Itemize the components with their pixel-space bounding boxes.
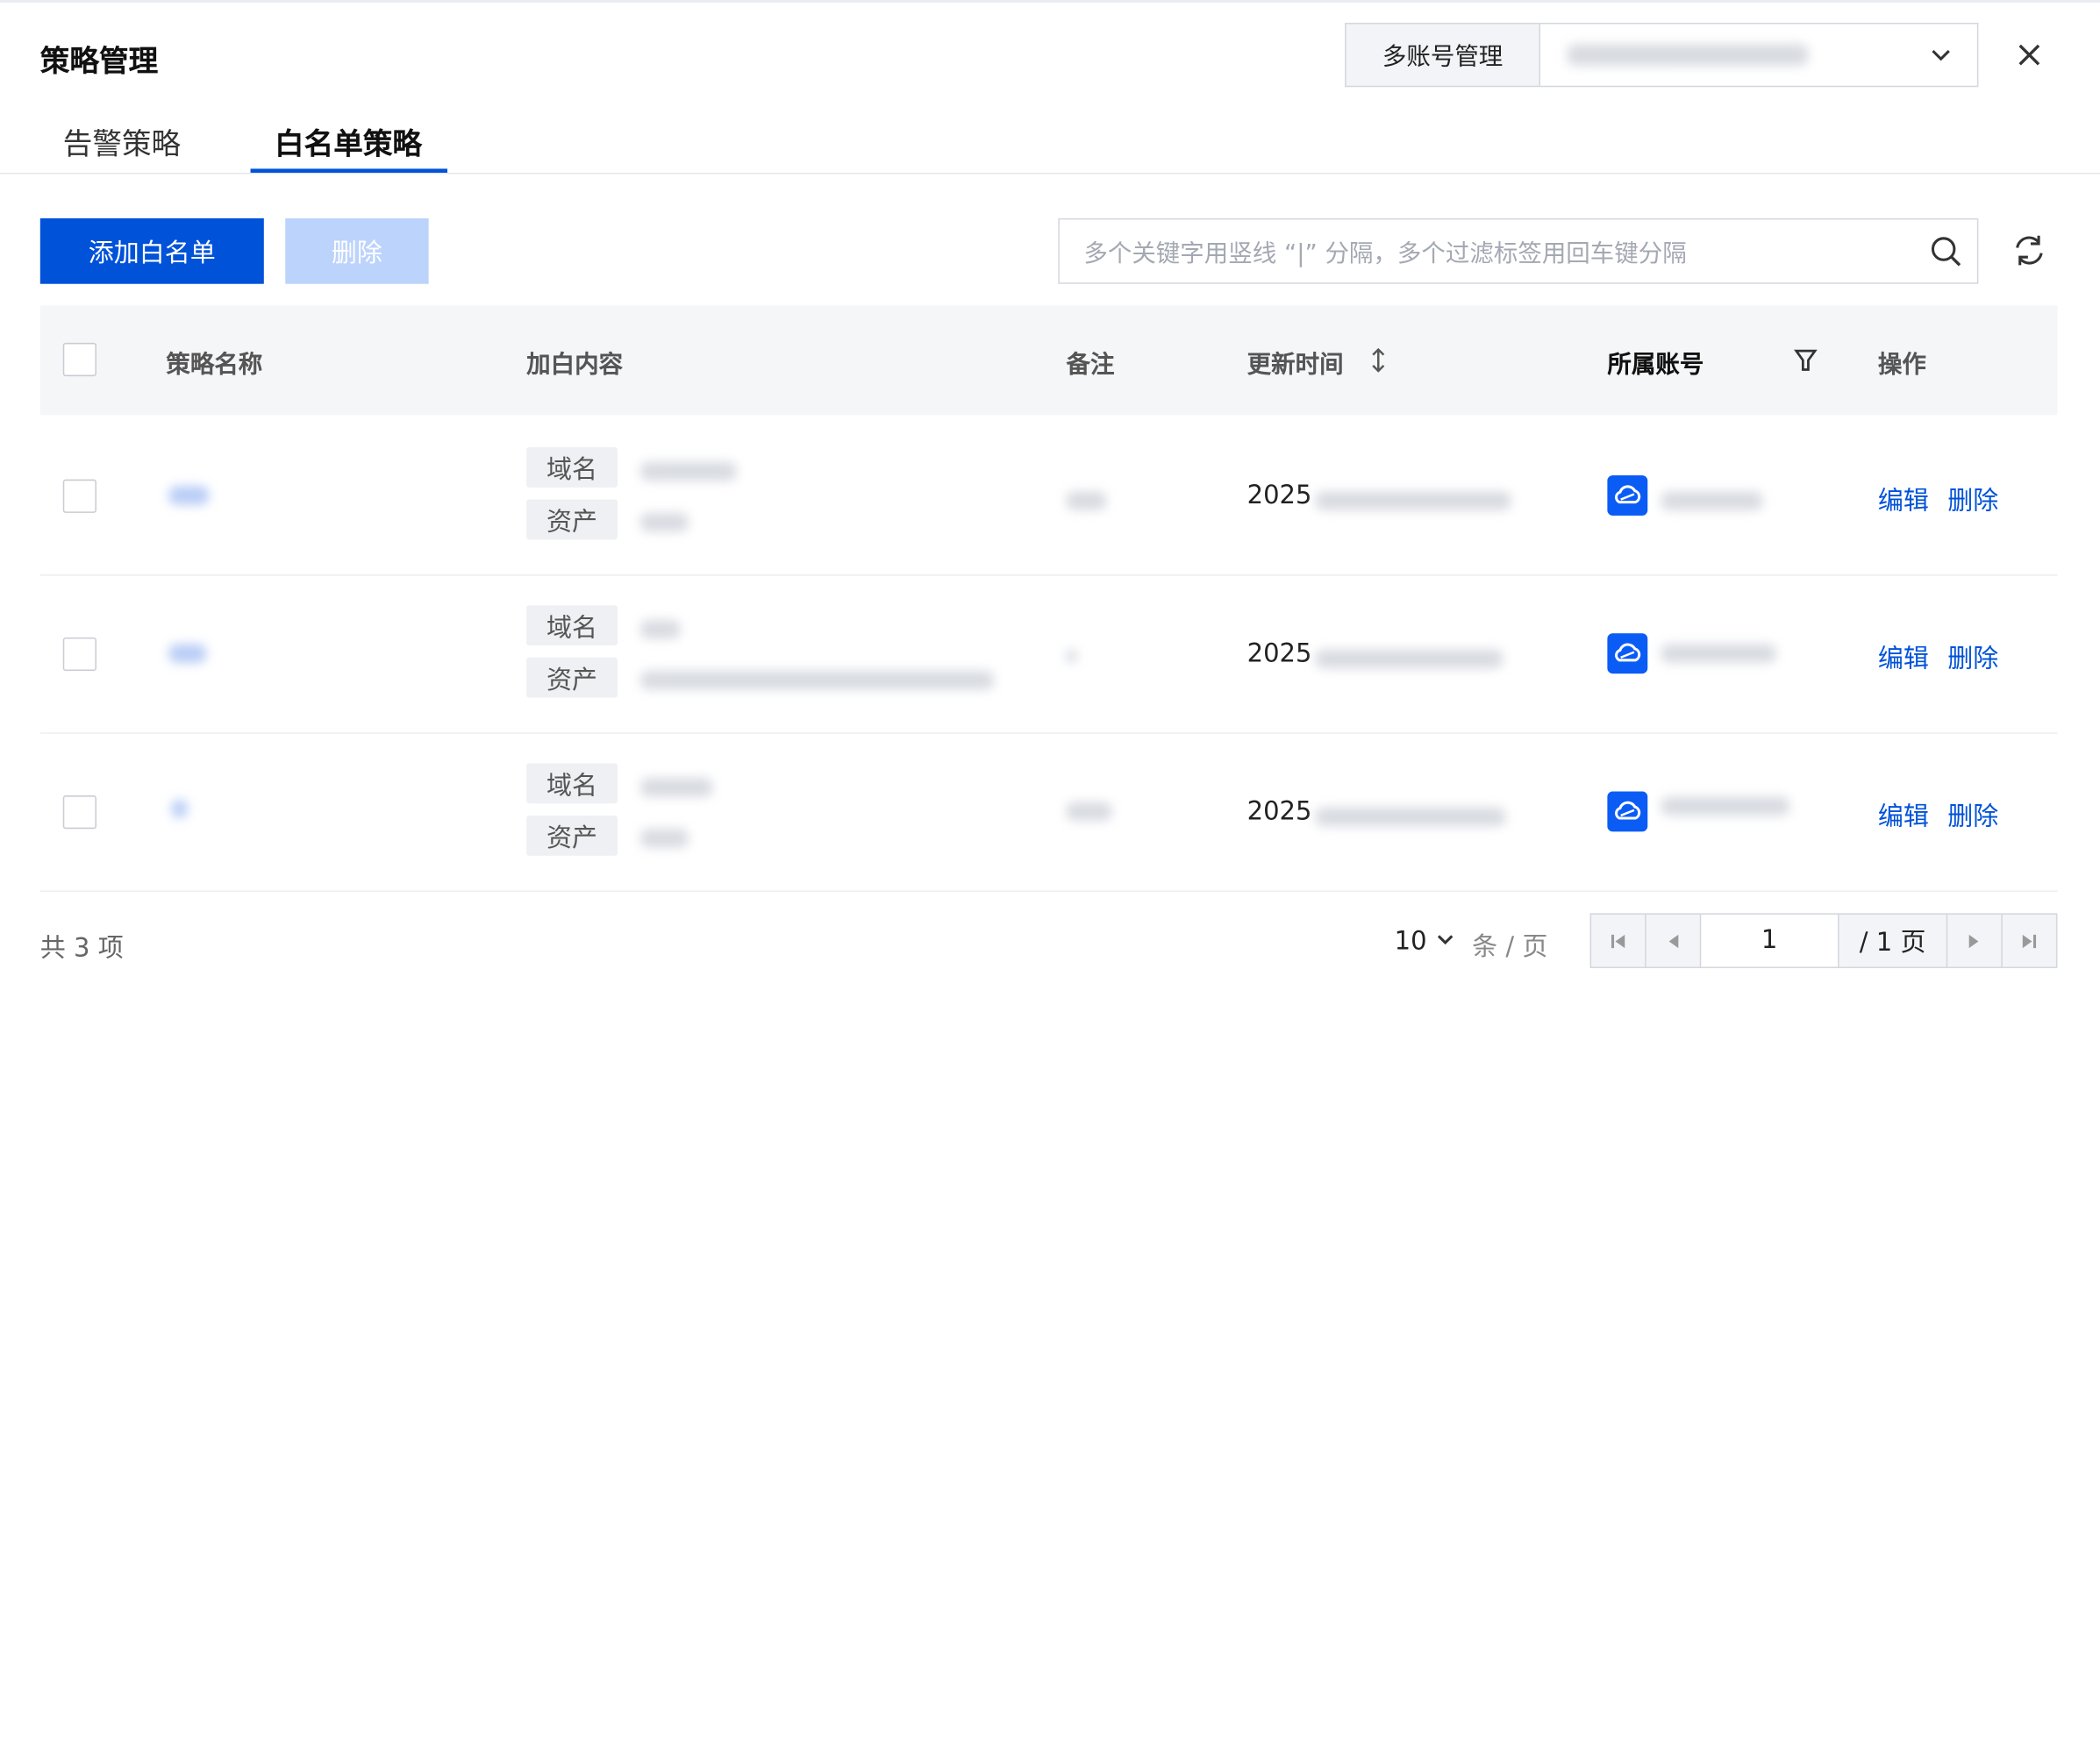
tab-alert-strategy[interactable]: 告警策略 (63, 120, 181, 163)
tag-asset: 资产 (526, 499, 618, 540)
edit-link[interactable]: 编辑 (1878, 481, 1929, 517)
asset-value (639, 829, 689, 848)
remark-value (1066, 802, 1112, 822)
asset-value (639, 671, 995, 690)
tag-asset: 资产 (526, 657, 618, 698)
strategy-name-link[interactable] (168, 486, 210, 505)
first-page-icon (1611, 934, 1625, 948)
batch-delete-button[interactable]: 删除 (285, 217, 429, 284)
sort-icon[interactable] (1370, 346, 1386, 374)
top-divider (0, 0, 2100, 4)
edit-link[interactable]: 编辑 (1878, 797, 1929, 833)
cloud-icon (1607, 633, 1648, 674)
search-icon[interactable] (1929, 234, 1964, 269)
total-count: 共 3 项 (39, 933, 124, 963)
last-page-icon (2022, 934, 2037, 948)
account-select[interactable] (1540, 22, 1979, 88)
prev-page-icon (1668, 934, 1679, 948)
last-page-button[interactable] (2001, 914, 2056, 967)
close-icon[interactable] (2012, 38, 2047, 73)
strategy-management-panel: 策略管理 多账号管理 告警策略 白名单策略 添加白名单 删除 策略名称 加白内容… (0, 0, 2100, 1144)
pagination: 1 / 1 页 (1589, 913, 2058, 969)
account-select-value (1567, 44, 1809, 66)
page-number-input[interactable]: 1 (1699, 914, 1839, 967)
edit-link[interactable]: 编辑 (1878, 638, 1929, 674)
cloud-icon (1607, 791, 1648, 832)
row-checkbox[interactable] (62, 479, 96, 513)
tab-divider (0, 172, 2100, 175)
row-checkbox[interactable] (62, 637, 96, 672)
chevron-down-icon[interactable] (1434, 930, 1455, 951)
tab-whitelist-strategy[interactable]: 白名单策略 (275, 120, 422, 163)
next-page-button[interactable] (1946, 914, 2002, 967)
tag-domain: 域名 (526, 447, 618, 488)
table-header: 策略名称 加白内容 备注 更新时间 所属账号 操作 (39, 305, 2058, 416)
filter-icon[interactable] (1794, 348, 1818, 372)
prev-page-button[interactable] (1645, 914, 1700, 967)
update-time-rest (1315, 807, 1506, 827)
remark-value (1066, 491, 1107, 510)
table-row: 域名 资产 2025 编辑 删除 (39, 417, 2058, 576)
cloud-icon (1607, 475, 1648, 516)
column-header-name: 策略名称 (166, 351, 263, 380)
tag-domain: 域名 (526, 763, 618, 804)
update-time-rest (1315, 649, 1504, 668)
add-whitelist-button[interactable]: 添加白名单 (39, 217, 264, 284)
page-title: 策略管理 (39, 45, 159, 80)
update-time: 2025 (1246, 638, 1312, 668)
row-checkbox[interactable] (62, 795, 96, 830)
select-all-checkbox[interactable] (62, 342, 96, 377)
delete-link[interactable]: 删除 (1947, 481, 1998, 517)
first-page-button[interactable] (1591, 915, 1645, 967)
multi-account-button[interactable]: 多账号管理 (1345, 22, 1541, 88)
column-header-action: 操作 (1877, 351, 1926, 380)
account-value (1661, 491, 1763, 510)
account-value (1661, 796, 1790, 816)
page-size-unit: 条 / 页 (1472, 931, 1548, 962)
table-row: 域名 资产 2025 编辑 删除 (39, 574, 2058, 734)
column-header-updated[interactable]: 更新时间 (1247, 346, 1344, 381)
chevron-down-icon (1932, 49, 1950, 61)
total-pages: / 1 页 (1859, 928, 1926, 958)
delete-link[interactable]: 删除 (1947, 797, 1998, 833)
tag-asset: 资产 (526, 815, 618, 856)
table-row: 域名 资产 2025 编辑 删除 (39, 732, 2058, 892)
search-box[interactable] (1058, 217, 1979, 284)
domain-value (639, 620, 681, 639)
column-header-content: 加白内容 (526, 351, 624, 380)
column-header-account: 所属账号 (1607, 351, 1704, 380)
refresh-icon[interactable] (2011, 232, 2048, 269)
update-time: 2025 (1246, 796, 1312, 827)
search-input[interactable] (1081, 232, 1904, 274)
domain-value (639, 461, 737, 481)
remark-value (1066, 649, 1077, 663)
asset-value (639, 512, 689, 532)
page-size-select[interactable]: 10 (1395, 927, 1427, 957)
strategy-name-link[interactable] (168, 644, 207, 663)
delete-link[interactable]: 删除 (1947, 638, 1998, 674)
update-time-rest (1315, 491, 1511, 510)
tag-domain: 域名 (526, 605, 618, 646)
strategy-name-link[interactable] (171, 799, 188, 818)
account-value (1661, 644, 1776, 663)
next-page-icon (1968, 934, 1979, 948)
update-time: 2025 (1246, 481, 1312, 510)
domain-value (639, 778, 713, 797)
column-header-remark: 备注 (1066, 351, 1115, 380)
